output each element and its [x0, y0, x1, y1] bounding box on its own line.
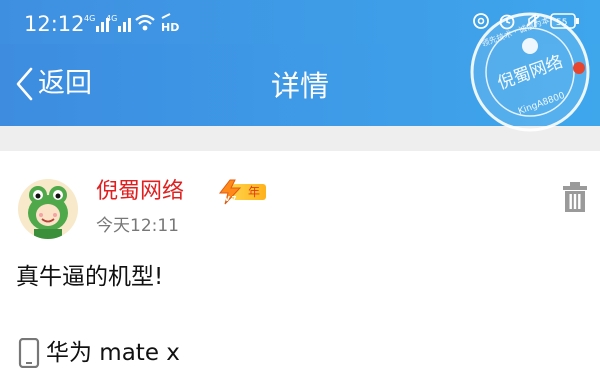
post-time: 今天12:11	[96, 216, 179, 236]
watermark-stamp: 倪蜀网络 领先技术 · 诚信为本 KingA8800	[468, 10, 592, 134]
device-info: 华为 mate x	[18, 337, 180, 369]
seal-watermark-icon: 倪蜀网络 领先技术 · 诚信为本 KingA8800	[470, 12, 590, 132]
phone-icon	[18, 338, 40, 368]
delete-button[interactable]	[562, 181, 588, 217]
device-name: 华为 mate x	[46, 340, 180, 366]
wifi-icon	[135, 14, 155, 31]
frog-avatar-icon	[28, 186, 68, 239]
trash-icon	[563, 182, 587, 212]
lightning-level-icon: LV.7	[218, 179, 242, 205]
avatar[interactable]	[18, 179, 78, 239]
svg-text:LV.7: LV.7	[221, 195, 237, 203]
author-name[interactable]: 倪蜀网络	[96, 178, 184, 206]
post-card: 倪蜀网络 LV.7 年 今天12:11 真牛逼的机型! 华为 mate x	[0, 151, 600, 379]
svg-text:4G: 4G	[84, 14, 95, 23]
user-level-badge: LV.7 年	[216, 179, 267, 205]
hd-icon: HD	[161, 13, 179, 34]
svg-text:HD: HD	[161, 21, 179, 34]
svg-text:4G: 4G	[106, 14, 117, 23]
signal-icon-2: 4G	[106, 14, 131, 32]
post-content: 真牛逼的机型!	[16, 264, 164, 290]
status-time: 12:12	[24, 12, 85, 36]
